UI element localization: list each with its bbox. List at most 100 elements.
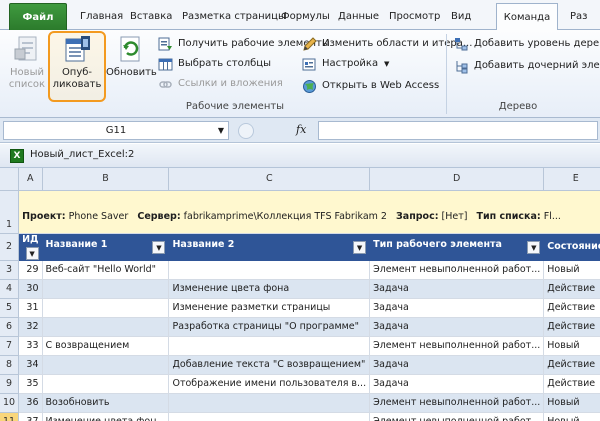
header-cell-title2[interactable]: Название 2 ▼ [168, 233, 371, 261]
cell-state[interactable]: Действие [543, 355, 600, 375]
column-header-c[interactable]: C [168, 168, 371, 191]
cell-type[interactable]: Элемент невыполненной работ... [369, 393, 545, 413]
filter-dropdown-icon[interactable]: ▼ [25, 246, 39, 259]
cell-title1[interactable] [42, 317, 170, 337]
tab-team[interactable]: Команда [496, 3, 558, 31]
add-child-label: Добавить дочерний элемент [474, 60, 600, 71]
row-header[interactable]: 7 [0, 336, 20, 356]
select-all-corner[interactable] [0, 168, 20, 191]
column-header-a[interactable]: A [18, 168, 43, 191]
tab-formulas[interactable]: Формулы [281, 8, 330, 26]
cell-title1[interactable]: Веб-сайт "Hello World" [42, 260, 170, 280]
row-header[interactable]: 9 [0, 374, 20, 394]
choose-columns-button[interactable]: Выбрать столбцы [158, 55, 271, 73]
tab-page-layout[interactable]: Разметка страницы [182, 8, 286, 26]
tab-home[interactable]: Главная [80, 8, 123, 26]
column-header-d[interactable]: D [369, 168, 545, 191]
tab-data[interactable]: Данные [338, 8, 379, 26]
cell-id[interactable]: 35 [18, 374, 43, 394]
cell-type[interactable]: Задача [369, 317, 545, 337]
cell-state[interactable]: Действие [543, 317, 600, 337]
cell-title2[interactable] [168, 412, 371, 421]
header-cell-title1[interactable]: Название 1 ▼ [42, 233, 170, 261]
cell-id[interactable]: 36 [18, 393, 43, 413]
cell-state[interactable]: Новый [543, 412, 600, 421]
cell-title1[interactable]: Изменение цвета фон... [42, 412, 170, 421]
configure-button[interactable]: Настройка ▼ [302, 55, 389, 73]
cell-type[interactable]: Элемент невыполненной работ... [369, 260, 545, 280]
cell-state[interactable]: Новый [543, 260, 600, 280]
filter-dropdown-icon[interactable]: ▼ [152, 241, 166, 254]
cell-type[interactable]: Задача [369, 279, 545, 299]
cell-id[interactable]: 30 [18, 279, 43, 299]
tab-overflow[interactable]: Раз [570, 8, 587, 26]
open-web-access-label: Открыть в Web Access [322, 80, 440, 91]
cell-type[interactable]: Задача [369, 374, 545, 394]
cell-title1[interactable]: С возвращением [42, 336, 170, 356]
cell-type[interactable]: Элемент невыполненной работ... [369, 412, 545, 421]
tab-view[interactable]: Вид [451, 8, 471, 26]
cell-title2[interactable] [168, 336, 371, 356]
open-web-access-button[interactable]: Открыть в Web Access [302, 77, 439, 95]
row-header[interactable]: 4 [0, 279, 20, 299]
column-header-e[interactable]: E [543, 168, 600, 191]
header-cell-id[interactable]: ИД ▼ [18, 233, 43, 261]
add-child-button[interactable]: Добавить дочерний элемент [454, 57, 600, 75]
cell-title2[interactable]: Разработка страницы "О программе" [168, 317, 371, 337]
formula-bar-grip[interactable] [238, 123, 254, 139]
configure-dropdown-icon[interactable]: ▼ [384, 55, 389, 73]
cell-state[interactable]: Действие [543, 279, 600, 299]
cell-title1[interactable] [42, 298, 170, 318]
tab-review[interactable]: Просмотр [389, 8, 440, 26]
cell-id[interactable]: 37 [18, 412, 43, 421]
header-cell-type[interactable]: Тип рабочего элемента ▼ [369, 233, 545, 261]
name-box[interactable]: G11 ▼ [3, 121, 229, 140]
tab-insert[interactable]: Вставка [130, 8, 172, 26]
row-header[interactable]: 5 [0, 298, 20, 318]
new-list-button[interactable]: Новый список [5, 30, 49, 91]
cell-state[interactable]: Действие [543, 298, 600, 318]
row-header[interactable]: 3 [0, 260, 20, 280]
cell-title2[interactable] [168, 393, 371, 413]
cell-id[interactable]: 29 [18, 260, 43, 280]
tab-file[interactable]: Файл [9, 3, 67, 30]
cell-title1[interactable] [42, 355, 170, 375]
refresh-button[interactable]: Обновить [106, 30, 157, 79]
publish-button[interactable]: Опуб- ликовать [50, 30, 104, 91]
cell-title2[interactable]: Добавление текста "С возвращением" [168, 355, 371, 375]
cell-state[interactable]: Действие [543, 374, 600, 394]
insert-function-icon[interactable]: fx [296, 123, 306, 136]
row-header[interactable]: 10 [0, 393, 20, 413]
row-header[interactable]: 6 [0, 317, 20, 337]
filter-dropdown-icon[interactable]: ▼ [527, 241, 541, 254]
cell-id[interactable]: 31 [18, 298, 43, 318]
cell-state[interactable]: Новый [543, 336, 600, 356]
cell-id[interactable]: 34 [18, 355, 43, 375]
cell-title1[interactable]: Возобновить [42, 393, 170, 413]
cell-type[interactable]: Элемент невыполненной работ... [369, 336, 545, 356]
cell-title1[interactable] [42, 374, 170, 394]
cell-title2[interactable] [168, 260, 371, 280]
cell-title1[interactable] [42, 279, 170, 299]
cell-type[interactable]: Задача [369, 298, 545, 318]
column-header-b[interactable]: B [42, 168, 170, 191]
row-header[interactable]: 11 [0, 412, 20, 421]
row-header[interactable]: 8 [0, 355, 20, 375]
header-cell-state[interactable]: Состояние [543, 233, 600, 261]
cell-state[interactable]: Новый [543, 393, 600, 413]
query-info-cell[interactable]: Проект: Phone Saver Сервер: fabrikamprim… [18, 190, 600, 234]
cell-id[interactable]: 32 [18, 317, 43, 337]
cell-title2[interactable]: Отображение имени пользователя в... [168, 374, 371, 394]
name-box-dropdown-icon[interactable]: ▼ [218, 122, 224, 139]
links-attachments-button[interactable]: Ссылки и вложения [158, 75, 283, 93]
cell-id[interactable]: 33 [18, 336, 43, 356]
cell-title2[interactable]: Изменение цвета фона [168, 279, 371, 299]
cell-type[interactable]: Задача [369, 355, 545, 375]
formula-input[interactable] [318, 121, 598, 140]
row-header[interactable]: 1 [0, 190, 20, 234]
add-tree-level-button[interactable]: Добавить уровень дерева [454, 35, 600, 53]
row-header[interactable]: 2 [0, 233, 20, 261]
cell-title2[interactable]: Изменение разметки страницы [168, 298, 371, 318]
filter-dropdown-icon[interactable]: ▼ [353, 241, 367, 254]
worksheet-table: A B C D E 1 Проект: Phone Saver Сервер: … [0, 168, 600, 421]
